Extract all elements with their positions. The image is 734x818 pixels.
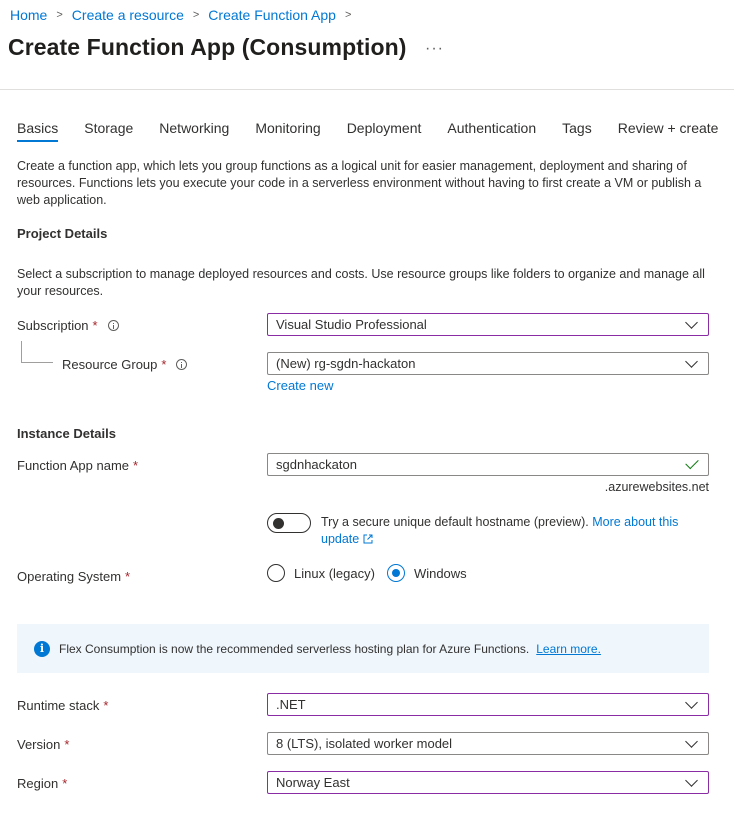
secure-hostname-text: Try a secure unique default hostname (pr… bbox=[321, 515, 679, 546]
function-app-name-input[interactable]: sgdnhackaton bbox=[267, 453, 709, 476]
tab-bar: Basics Storage Networking Monitoring Dep… bbox=[17, 120, 718, 142]
tree-connector bbox=[21, 362, 53, 363]
os-windows-radio[interactable] bbox=[386, 564, 405, 582]
project-details-heading: Project Details bbox=[17, 226, 108, 241]
chevron-down-icon bbox=[685, 354, 698, 368]
version-select[interactable]: 8 (LTS), isolated worker model bbox=[267, 732, 709, 755]
required-marker: * bbox=[64, 737, 70, 752]
tab-storage[interactable]: Storage bbox=[84, 120, 133, 142]
checkmark-icon bbox=[685, 455, 699, 470]
external-link-icon[interactable] bbox=[363, 534, 373, 544]
create-new-link[interactable]: Create new bbox=[267, 378, 333, 393]
tree-connector bbox=[21, 341, 22, 363]
breadcrumb-create-function-app[interactable]: Create Function App bbox=[208, 7, 336, 23]
resource-group-label: Resource Group * bbox=[62, 357, 188, 372]
required-marker: * bbox=[92, 318, 98, 333]
toggle-knob bbox=[273, 518, 284, 529]
tab-authentication[interactable]: Authentication bbox=[447, 120, 536, 142]
tab-tags[interactable]: Tags bbox=[562, 120, 592, 142]
breadcrumb-create-resource[interactable]: Create a resource bbox=[72, 7, 184, 23]
required-marker: * bbox=[133, 458, 139, 473]
chevron-right-icon: > bbox=[192, 9, 200, 21]
chevron-right-icon: > bbox=[344, 9, 352, 21]
tab-review-create[interactable]: Review + create bbox=[618, 120, 719, 142]
project-description: Select a subscription to manage deployed… bbox=[17, 267, 705, 298]
instance-details-heading: Instance Details bbox=[17, 426, 116, 441]
divider bbox=[0, 89, 734, 90]
chevron-down-icon bbox=[685, 773, 698, 787]
region-label: Region * bbox=[17, 776, 68, 791]
required-marker: * bbox=[62, 776, 68, 791]
tab-basics[interactable]: Basics bbox=[17, 120, 59, 142]
os-radio-group: Linux (legacy) Windows bbox=[267, 564, 467, 582]
tab-deployment[interactable]: Deployment bbox=[347, 120, 422, 142]
version-label: Version * bbox=[17, 737, 70, 752]
chevron-down-icon bbox=[685, 695, 698, 709]
flex-consumption-banner: i Flex Consumption is now the recommende… bbox=[17, 624, 709, 673]
operating-system-label: Operating System * bbox=[17, 569, 131, 584]
learn-more-link[interactable]: Learn more. bbox=[536, 642, 601, 656]
chevron-down-icon bbox=[685, 734, 698, 748]
domain-suffix: .azurewebsites.net bbox=[604, 480, 709, 494]
runtime-stack-label: Runtime stack * bbox=[17, 698, 109, 713]
required-marker: * bbox=[125, 569, 131, 584]
tab-networking[interactable]: Networking bbox=[159, 120, 229, 142]
secure-hostname-toggle[interactable] bbox=[267, 513, 311, 533]
intro-description: Create a function app, which lets you gr… bbox=[17, 159, 702, 207]
region-select[interactable]: Norway East bbox=[267, 771, 709, 794]
breadcrumb-home[interactable]: Home bbox=[10, 7, 47, 23]
info-icon[interactable] bbox=[107, 320, 119, 331]
function-app-name-label: Function App name * bbox=[17, 458, 139, 473]
resource-group-select[interactable]: (New) rg-sgdn-hackaton bbox=[267, 352, 709, 375]
update-link[interactable]: update bbox=[321, 532, 359, 546]
os-linux-label[interactable]: Linux (legacy) bbox=[294, 566, 375, 581]
chevron-down-icon bbox=[685, 315, 698, 329]
os-linux-radio[interactable] bbox=[267, 564, 285, 582]
subscription-select[interactable]: Visual Studio Professional bbox=[267, 313, 709, 336]
tab-monitoring[interactable]: Monitoring bbox=[255, 120, 320, 142]
banner-text: Flex Consumption is now the recommended … bbox=[59, 641, 530, 656]
info-icon[interactable] bbox=[176, 359, 188, 370]
subscription-label: Subscription * bbox=[17, 318, 119, 333]
more-about-update-link[interactable]: More about this bbox=[592, 515, 678, 529]
page-title: Create Function App (Consumption) bbox=[8, 34, 407, 60]
breadcrumb: Home > Create a resource > Create Functi… bbox=[10, 7, 360, 23]
info-icon: i bbox=[34, 640, 50, 657]
chevron-right-icon: > bbox=[56, 9, 63, 21]
required-marker: * bbox=[161, 357, 167, 372]
more-options-icon[interactable]: ··· bbox=[425, 40, 444, 58]
runtime-stack-select[interactable]: .NET bbox=[267, 693, 709, 716]
required-marker: * bbox=[103, 698, 109, 713]
os-windows-label[interactable]: Windows bbox=[414, 566, 467, 581]
